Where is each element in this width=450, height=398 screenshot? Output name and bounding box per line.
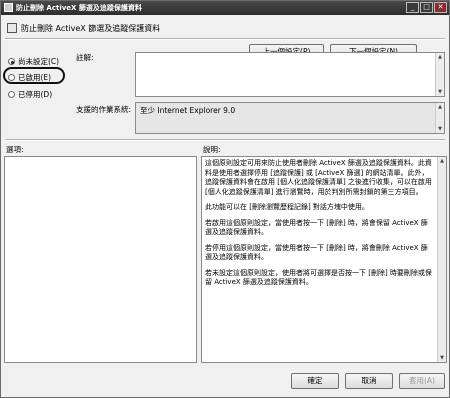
enabled-highlight-circle: [3, 67, 65, 84]
help-paragraph: 若啟用這個原則設定，當使用者按一下 [刪除] 時，將會保留 ActiveX 篩選…: [205, 218, 428, 237]
radio-disabled[interactable]: 已停用(D): [8, 89, 52, 100]
supported-os-scrollbar[interactable]: ▲ ▼: [435, 103, 444, 133]
middle-divider: [5, 139, 445, 141]
header-divider: [5, 38, 445, 40]
options-panel: [4, 156, 197, 363]
radio-label-disabled: 已停用(D): [18, 90, 53, 99]
radio-label-not-configured: 尚未設定(C): [18, 57, 60, 66]
radio-selected-icon[interactable]: [8, 58, 15, 65]
help-paragraph: 此功能可以在 [刪除瀏覽歷程記錄] 對話方塊中使用。: [205, 203, 369, 211]
scroll-down-icon[interactable]: ▼: [436, 88, 444, 96]
close-button[interactable]: ✕: [434, 2, 447, 13]
radio-not-configured[interactable]: 尚未設定(C): [8, 56, 59, 67]
scroll-down-icon[interactable]: ▼: [438, 354, 446, 362]
help-paragraph: 若未設定這個原則設定，使用者將可選擇是否按一下 [刪除] 時要刪除或保留 Act…: [205, 268, 432, 287]
scroll-up-icon[interactable]: ▲: [438, 157, 446, 165]
cancel-button[interactable]: 取消: [345, 373, 393, 389]
title-bar[interactable]: 防止刪除 ActiveX 篩選及追蹤保護資料 _ □ ✕: [1, 1, 449, 15]
help-scrollbar[interactable]: ▲ ▼: [437, 157, 446, 362]
options-label: 選項:: [6, 145, 24, 154]
help-paragraph: 若停用這個原則設定，當使用者按一下 [刪除] 時，將會刪除 ActiveX 篩選…: [205, 243, 428, 262]
scroll-up-icon[interactable]: ▲: [436, 53, 444, 61]
ok-button[interactable]: 確定: [291, 373, 339, 389]
comment-label: 註解:: [76, 53, 94, 62]
minimize-button[interactable]: _: [406, 2, 419, 13]
supported-os-label: 支援的作業系統:: [76, 105, 132, 114]
help-label: 說明:: [203, 145, 221, 154]
supported-os-field: 至少 Internet Explorer 9.0 ▲ ▼: [135, 102, 445, 134]
comment-textarea[interactable]: ▲ ▼: [135, 52, 445, 97]
supported-os-value: 至少 Internet Explorer 9.0: [140, 106, 236, 115]
scroll-down-icon[interactable]: ▼: [436, 125, 444, 133]
apply-button[interactable]: 套用(A): [399, 373, 445, 389]
window-title: 防止刪除 ActiveX 篩選及追蹤保護資料: [16, 4, 142, 12]
radio-empty-icon[interactable]: [8, 91, 15, 98]
help-paragraph: 這個原則設定可用來防止使用者刪除 ActiveX 篩選及追蹤保護資料。此資料是使…: [205, 159, 432, 196]
comment-scrollbar[interactable]: ▲ ▼: [435, 53, 444, 96]
maximize-button[interactable]: □: [420, 2, 433, 13]
policy-dialog: 防止刪除 ActiveX 篩選及追蹤保護資料 _ □ ✕ 防止刪除 Active…: [0, 0, 450, 398]
scroll-up-icon[interactable]: ▲: [436, 103, 444, 111]
help-panel: 這個原則設定可用來防止使用者刪除 ActiveX 篩選及追蹤保護資料。此資料是使…: [201, 156, 447, 363]
policy-setting-icon: [7, 23, 17, 33]
policy-window-icon: [4, 3, 13, 12]
policy-title: 防止刪除 ActiveX 篩選及追蹤保護資料: [21, 24, 161, 33]
